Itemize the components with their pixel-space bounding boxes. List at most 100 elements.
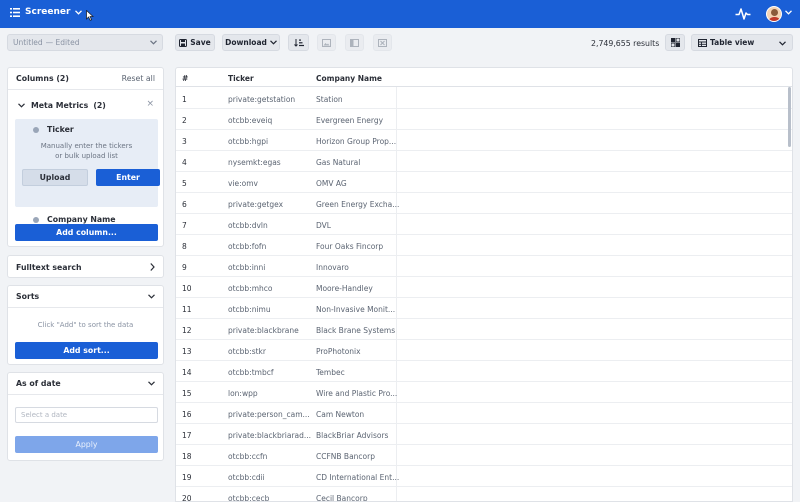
chart-button[interactable] — [317, 34, 336, 51]
enter-button[interactable]: Enter — [96, 169, 160, 186]
ticker-cell: lon:wpp — [228, 389, 258, 398]
date-title: As of date — [16, 379, 61, 388]
app-title: Screener — [25, 7, 71, 17]
ticker-cell: private:blackbriarad... — [228, 431, 312, 440]
company-name-cell: CCFNB Bancorp — [316, 452, 375, 461]
sorts-title: Sorts — [16, 292, 40, 301]
header-company-name[interactable]: Company Name — [316, 74, 382, 83]
table-row[interactable]: 16 private:person_cam... Cam Newton — [176, 403, 792, 424]
date-header[interactable]: As of date — [8, 373, 163, 395]
fulltext-search-panel[interactable]: Fulltext search — [7, 255, 164, 278]
table-row[interactable]: 14 otcbb:tmbcf Tembec — [176, 361, 792, 382]
add-sort-button[interactable]: Add sort... — [15, 342, 158, 359]
table-row[interactable]: 19 otcbb:cdii CD International Ent... — [176, 466, 792, 487]
row-number: 15 — [182, 389, 192, 398]
ticker-cell: nysemkt:egas — [228, 158, 281, 167]
meta-metrics-group[interactable]: Meta Metrics (2) × — [14, 98, 158, 112]
company-name-cell: OMV AG — [316, 179, 347, 188]
reset-all-link[interactable]: Reset all — [122, 74, 155, 83]
view-select[interactable]: Table view — [691, 34, 793, 51]
table-row[interactable]: 6 private:getgex Green Energy Excha... — [176, 193, 792, 214]
ticker-cell: vie:omv — [228, 179, 258, 188]
mouse-cursor-icon — [86, 10, 94, 21]
company-name-cell: Non-Invasive Monit... — [316, 305, 396, 314]
row-number: 16 — [182, 410, 192, 419]
company-name-cell: Green Energy Excha... — [316, 200, 400, 209]
ticker-cell: otcbb:fofn — [228, 242, 267, 251]
columns-layout-button[interactable] — [345, 34, 364, 51]
table-row[interactable]: 7 otcbb:dvln DVL — [176, 214, 792, 235]
save-button[interactable]: Save — [175, 34, 215, 51]
download-button[interactable]: Download — [222, 34, 280, 51]
company-name-cell: Cam Newton — [316, 410, 365, 419]
avatar[interactable] — [766, 6, 782, 22]
row-number: 9 — [182, 263, 187, 272]
company-name-cell: Innovaro — [316, 263, 349, 272]
company-label: Company Name — [47, 215, 116, 224]
table-row[interactable]: 13 otcbb:stkr ProPhotonix — [176, 340, 792, 361]
row-number: 19 — [182, 473, 192, 482]
table-row[interactable]: 9 otcbb:inni Innovaro — [176, 256, 792, 277]
settings-button[interactable] — [665, 34, 685, 51]
table-row[interactable]: 18 otcbb:ccfn CCFNB Bancorp — [176, 445, 792, 466]
columns-panel-header: Columns (2) Reset all — [8, 68, 163, 90]
header-row-number[interactable]: # — [182, 74, 188, 83]
company-name-cell: Black Brane Systems — [316, 326, 396, 335]
table-row[interactable]: 2 otcbb:eveiq Evergreen Energy — [176, 109, 792, 130]
sorts-empty-note: Click "Add" to sort the data — [37, 321, 134, 329]
ticker-cell: private:getstation — [228, 95, 296, 104]
sorts-panel: Sorts Click "Add" to sort the data Add s… — [7, 285, 164, 365]
table-row[interactable]: 12 private:blackbrane Black Brane Systems — [176, 319, 792, 340]
header-ticker[interactable]: Ticker — [228, 74, 254, 83]
drag-handle-dot[interactable] — [33, 217, 39, 223]
chevron-right-icon — [150, 263, 155, 271]
grid-settings-icon — [670, 38, 680, 47]
table-row[interactable]: 3 otcbb:hgpi Horizon Group Prop... — [176, 130, 792, 151]
table-row[interactable]: 8 otcbb:fofn Four Oaks Fincorp — [176, 235, 792, 256]
ticker-cell: otcbb:eveiq — [228, 116, 273, 125]
company-name-cell: Four Oaks Fincorp — [316, 242, 384, 251]
fulltext-header: Fulltext search — [8, 256, 163, 278]
row-number: 17 — [182, 431, 192, 440]
chevron-down-icon[interactable] — [785, 10, 792, 15]
company-name-cell: Station — [316, 95, 343, 104]
upload-button[interactable]: Upload — [22, 169, 88, 186]
screener-menu[interactable]: Screener — [10, 7, 83, 17]
chevron-down-icon — [779, 41, 786, 46]
row-number: 10 — [182, 284, 192, 293]
close-icon[interactable]: × — [146, 99, 154, 109]
ticker-cell: otcbb:tmbcf — [228, 368, 274, 377]
chevron-down-icon — [75, 9, 83, 15]
export-button[interactable] — [373, 34, 392, 51]
ticker-cell: private:person_cam... — [228, 410, 310, 419]
table-row[interactable]: 4 nysemkt:egas Gas Natural — [176, 151, 792, 172]
row-number: 18 — [182, 452, 192, 461]
table-row[interactable]: 11 otcbb:nimu Non-Invasive Monit... — [176, 298, 792, 319]
ticker-help-line-2: or bulk upload list — [55, 152, 118, 160]
ticker-help-line-1: Manually enter the tickers — [40, 142, 133, 150]
filter-list-icon — [10, 7, 20, 17]
row-number: 20 — [182, 494, 192, 502]
save-label: Save — [190, 38, 211, 47]
table-row[interactable]: 1 private:getstation Station — [176, 88, 792, 109]
table-row[interactable]: 15 lon:wpp Wire and Plastic Pro... — [176, 382, 792, 403]
table-scrollbar[interactable] — [788, 87, 791, 147]
table-row[interactable]: 5 vie:omv OMV AG — [176, 172, 792, 193]
drag-handle-dot[interactable] — [33, 127, 39, 133]
pulse-icon[interactable] — [735, 7, 751, 21]
table-row[interactable]: 20 otcbb:cecb Cecil Bancorp — [176, 487, 792, 502]
ticker-cell: private:getgex — [228, 200, 284, 209]
apply-button[interactable]: Apply — [15, 436, 158, 453]
table-row[interactable]: 17 private:blackbriarad... BlackBriar Advi… — [176, 424, 792, 445]
sort-order-button[interactable] — [288, 34, 309, 51]
screen-name-select[interactable]: Untitled — Edited — [7, 34, 163, 51]
chevron-down-icon[interactable] — [148, 294, 155, 299]
date-input[interactable]: Select a date — [15, 407, 158, 423]
group-label: Meta Metrics — [31, 100, 89, 110]
sorts-header[interactable]: Sorts — [8, 286, 163, 308]
row-number: 12 — [182, 326, 192, 335]
view-label: Table view — [710, 38, 755, 47]
table-row[interactable]: 10 otcbb:mhco Moore-Handley — [176, 277, 792, 298]
add-column-button[interactable]: Add column... — [15, 224, 158, 241]
chevron-down-icon[interactable] — [148, 381, 155, 386]
